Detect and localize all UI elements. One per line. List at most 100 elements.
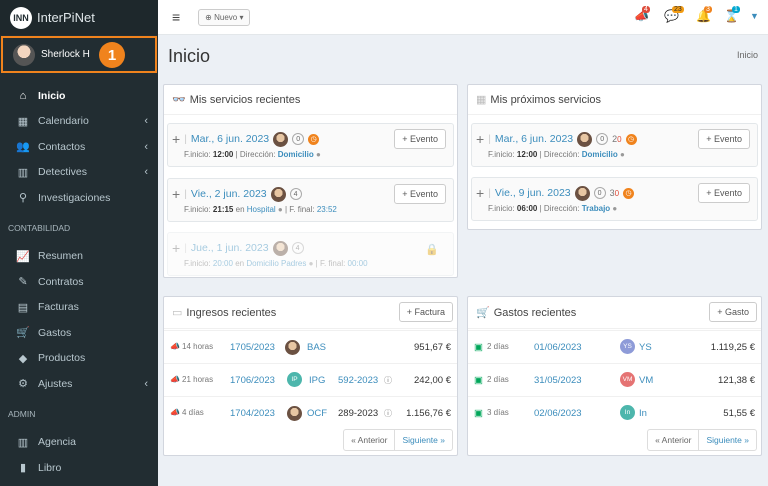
bell-icon[interactable]: 🔔 3 <box>696 6 712 23</box>
supplier-link[interactable]: VM <box>639 375 653 386</box>
notification-badge: 23 <box>672 6 684 13</box>
amount: 121,38 € <box>718 375 755 386</box>
sidebar-item-productos[interactable]: ◆ Productos <box>0 346 158 372</box>
sidebar-item-calendario[interactable]: ▦ Calendario ‹ <box>0 109 158 135</box>
invoice-link[interactable]: 1704/2023 <box>230 408 275 419</box>
table-row[interactable]: ▣ 2 días 01/06/2023 YS YS 1.119,25 € <box>468 330 761 363</box>
place-link[interactable]: Trabajo <box>582 204 610 213</box>
chevron-down-icon[interactable]: ▼ <box>750 11 759 21</box>
sidebar-item-ajustes[interactable]: ⚙ Ajustes ‹ <box>0 371 158 397</box>
brand[interactable]: INN InterPiNet <box>0 0 158 35</box>
service-card[interactable]: + | Mar., 6 jun. 2023 0 2 0 ◷ F.inicio: 1… <box>471 123 758 167</box>
add-expense-button[interactable]: + Gasto <box>709 302 757 322</box>
client-link[interactable]: IPG <box>309 375 325 386</box>
in-label: en <box>235 259 245 268</box>
info-icon[interactable]: ⓘ <box>384 408 392 419</box>
service-details: F.inicio: 12:00 | Dirección: Domicilio ● <box>184 150 321 159</box>
service-card[interactable]: + | Mar., 6 jun. 2023 0 ◷ F.inicio: 12:00… <box>167 123 454 167</box>
service-date[interactable]: Mar., 6 jun. 2023 <box>495 133 573 145</box>
expand-plus-icon[interactable]: + <box>476 185 484 201</box>
next-page-button[interactable]: Siguiente » <box>698 430 756 450</box>
place-link[interactable]: Domicilio <box>582 150 618 159</box>
expand-plus-icon[interactable]: + <box>172 240 180 256</box>
expand-plus-icon[interactable]: + <box>172 186 180 202</box>
map-pin-icon[interactable]: ● <box>612 204 617 213</box>
tag-icon: ◆ <box>18 352 28 365</box>
service-card[interactable]: + | Jue., 1 jun. 2023 4 F.inicio: 20:00 e… <box>167 232 454 276</box>
menu-toggle-icon[interactable]: ≡ <box>172 9 180 25</box>
add-event-button[interactable]: + Evento <box>394 129 446 149</box>
map-pin-icon[interactable]: ● <box>278 205 283 214</box>
table-row[interactable]: ▣ 3 días 02/06/2023 In In 51,55 € <box>468 396 761 429</box>
box-title: Ingresos recientes <box>186 306 277 319</box>
table-row[interactable]: 📣 21 horas 1706/2023 IP IPG 592-2023 ⓘ 2… <box>164 363 457 396</box>
prev-page-button[interactable]: « Anterior <box>648 430 698 450</box>
sidebar-item-agencia[interactable]: ▥ Agencia <box>0 430 158 456</box>
add-invoice-button[interactable]: + Factura <box>398 302 453 322</box>
avatar: YS <box>620 339 635 354</box>
map-pin-icon[interactable]: ● <box>316 150 321 159</box>
service-header: + | Mar., 6 jun. 2023 0 ◷ <box>172 131 320 147</box>
topbar: ≡ ⊕ Nuevo ▾ 📣 4 💬 23 🔔 3 ⌛ 1 ▼ <box>158 0 768 35</box>
client-link[interactable]: OCF <box>307 408 327 419</box>
sidebar-item-inicio[interactable]: ⌂ Inicio <box>0 83 158 109</box>
megaphone-icon[interactable]: 📣 4 <box>634 6 650 23</box>
sidebar-item-label: Inicio <box>38 89 66 102</box>
map-pin-icon[interactable]: ● <box>620 150 625 159</box>
service-details: F.inicio: 20:00 en Domicilio Padres ● | … <box>184 259 368 268</box>
comments-icon[interactable]: 💬 23 <box>664 6 684 23</box>
table-row[interactable]: ▣ 2 días 31/05/2023 VM VM 121,38 € <box>468 363 761 396</box>
sidebar-item-contratos[interactable]: ✎ Contratos <box>0 269 158 295</box>
breadcrumb[interactable]: Inicio <box>737 50 758 60</box>
info-icon[interactable]: ⓘ <box>384 375 392 386</box>
supplier-link[interactable]: YS <box>639 342 652 353</box>
add-event-button[interactable]: + Evento <box>698 183 750 203</box>
service-card[interactable]: + | Vie., 2 jun. 2023 4 F.inicio: 21:15 e… <box>167 178 454 222</box>
start-time: 12:00 <box>212 150 234 159</box>
money-icon: ▣ <box>474 408 483 419</box>
place-link[interactable]: Hospital <box>247 205 276 214</box>
service-date[interactable]: Mar., 6 jun. 2023 <box>191 133 269 145</box>
place-link[interactable]: Domicilio Padres <box>246 259 306 268</box>
expand-plus-icon[interactable]: + <box>172 131 180 147</box>
hourglass-icon[interactable]: ⌛ 1 <box>724 6 740 23</box>
sidebar-item-label: Agencia <box>38 436 76 449</box>
invoice-link[interactable]: 1706/2023 <box>230 375 275 386</box>
sidebar-item-facturas[interactable]: ▤ Facturas <box>0 295 158 321</box>
contract-link[interactable]: 592-2023 <box>338 375 378 386</box>
add-event-button[interactable]: + Evento <box>394 184 446 204</box>
next-page-button[interactable]: Siguiente » <box>394 430 452 450</box>
expense-date-link[interactable]: 01/06/2023 <box>534 342 582 353</box>
expand-plus-icon[interactable]: + <box>476 131 484 147</box>
add-event-button[interactable]: + Evento <box>698 129 750 149</box>
divider: | <box>184 188 187 200</box>
sidebar-item-resumen[interactable]: 📈 Resumen <box>0 244 158 270</box>
table-row[interactable]: 📣 14 horas 1705/2023 BAS 951,67 € <box>164 330 457 363</box>
expense-date-link[interactable]: 31/05/2023 <box>534 375 582 386</box>
binoculars-icon: 👓 <box>172 94 186 106</box>
user-panel[interactable]: Sherlock H 1 <box>1 36 157 73</box>
place-link[interactable]: Domicilio <box>278 150 314 159</box>
new-button[interactable]: ⊕ Nuevo ▾ <box>198 8 251 26</box>
recent-services-box: 👓 Mis servicios recientes + | Mar., 6 jun.… <box>163 84 458 278</box>
service-date[interactable]: Jue., 1 jun. 2023 <box>191 242 269 254</box>
event-button-label: Evento <box>409 134 438 144</box>
money-icon: ▣ <box>474 375 483 386</box>
service-date[interactable]: Vie., 2 jun. 2023 <box>191 188 267 200</box>
service-card[interactable]: + | Vie., 9 jun. 2023 0 3 0 ◷ F.inicio: 0… <box>471 177 758 221</box>
sidebar-item-gastos[interactable]: 🛒 Gastos <box>0 320 158 346</box>
supplier-link[interactable]: In <box>639 408 647 419</box>
map-pin-icon[interactable]: ● <box>309 259 314 268</box>
service-date[interactable]: Vie., 9 jun. 2023 <box>495 187 571 199</box>
sidebar-item-investigaciones[interactable]: ⚲ Investigaciones <box>0 185 158 211</box>
sidebar-item-detectives[interactable]: ▥ Detectives ‹ <box>0 160 158 186</box>
prev-page-button[interactable]: « Anterior <box>344 430 394 450</box>
expense-date-link[interactable]: 02/06/2023 <box>534 408 582 419</box>
sidebar-item-contactos[interactable]: 👥 Contactos ‹ <box>0 134 158 160</box>
sidebar-item-libro[interactable]: ▮ Libro <box>0 455 158 481</box>
table-row[interactable]: 📣 4 días 1704/2023 OCF 289-2023 ⓘ 1.156,… <box>164 396 457 429</box>
divider: | <box>488 133 491 145</box>
sidebar-item-label: Gastos <box>38 326 72 339</box>
invoice-link[interactable]: 1705/2023 <box>230 342 275 353</box>
client-link[interactable]: BAS <box>307 342 326 353</box>
